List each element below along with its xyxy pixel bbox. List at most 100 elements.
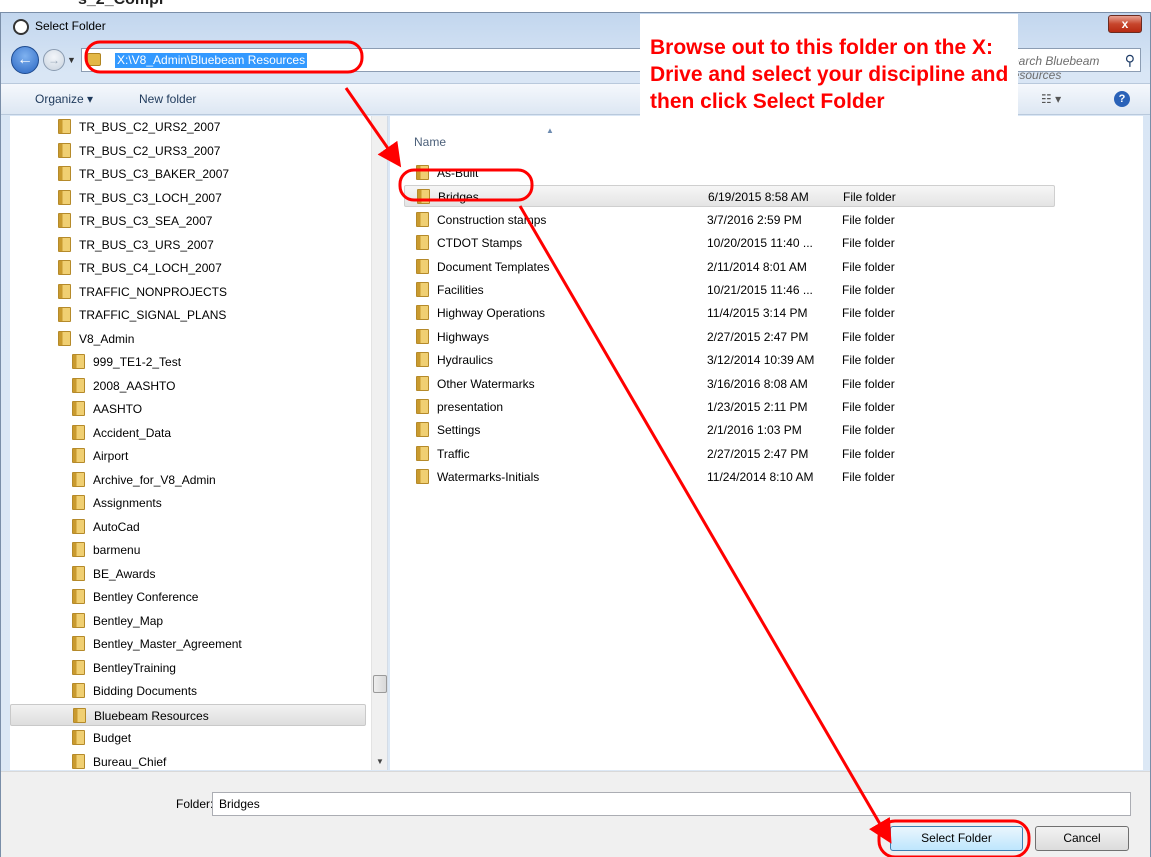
tree-item[interactable]: TR_BUS_C2_URS3_2007 — [10, 140, 366, 162]
file-row[interactable]: Watermarks-Initials 11/24/2014 8:10 AM Fil… — [404, 466, 1054, 488]
tree-item[interactable]: TR_BUS_C3_LOCH_2007 — [10, 187, 366, 209]
tree-item[interactable]: TR_BUS_C4_LOCH_2007 — [10, 257, 366, 279]
file-row[interactable]: Highway Operations 11/4/2015 3:14 PM File … — [404, 302, 1054, 324]
file-row[interactable]: presentation 1/23/2015 2:11 PM File folder — [404, 396, 1054, 418]
file-name-label: Bridges — [438, 190, 479, 205]
tree-item[interactable]: AASHTO — [10, 398, 366, 420]
help-icon[interactable]: ? — [1114, 91, 1130, 107]
file-date-modified: 10/20/2015 11:40 ... — [707, 236, 813, 251]
folder-icon — [72, 518, 85, 534]
file-row[interactable]: Hydraulics 3/12/2014 10:39 AM File folder — [404, 349, 1054, 371]
sort-ascending-icon: ▲ — [546, 126, 554, 135]
tree-item[interactable]: TR_BUS_C3_URS_2007 — [10, 234, 366, 256]
address-path[interactable]: X:\V8_Admin\Bluebeam Resources — [115, 53, 308, 68]
tree-item[interactable]: Assignments — [10, 492, 366, 514]
file-date-modified: 11/24/2014 8:10 AM — [707, 470, 814, 485]
file-date-modified: 10/21/2015 11:46 ... — [707, 283, 813, 297]
tree-item-label: TR_BUS_C2_URS2_2007 — [79, 120, 221, 134]
tree-item-label: barmenu — [93, 543, 141, 557]
search-icon[interactable]: ⚲ — [1125, 52, 1135, 69]
folder-icon — [416, 352, 429, 368]
tree-item[interactable]: Bentley_Map — [10, 610, 366, 632]
tree-item[interactable]: TR_BUS_C3_SEA_2007 — [10, 210, 366, 232]
file-name-label: As-Built — [437, 166, 479, 180]
tree-item[interactable]: Airport — [10, 445, 366, 467]
folder-icon — [58, 166, 71, 181]
folder-icon — [416, 165, 429, 180]
folder-icon — [72, 495, 85, 510]
folder-icon — [72, 354, 85, 369]
tree-item[interactable]: Bluebeam Resources — [10, 703, 366, 726]
back-button[interactable]: ← — [11, 46, 39, 74]
file-row[interactable]: Bridges 6/19/2015 8:58 AM File folder — [404, 185, 1055, 208]
file-row[interactable]: Traffic 2/27/2015 2:47 PM File folder — [404, 443, 1054, 465]
file-date-modified: 11/4/2015 3:14 PM — [707, 306, 808, 321]
folder-icon — [416, 469, 429, 485]
folder-icon — [416, 422, 429, 438]
tree-item[interactable]: 2008_AASHTO — [10, 375, 366, 397]
file-name: Other Watermarks — [416, 373, 535, 395]
tree-item-label: BE_Awards — [93, 566, 156, 581]
file-type: File folder — [842, 236, 895, 251]
tree-scrollbar-thumb[interactable] — [373, 675, 387, 693]
tree-item[interactable]: AutoCad — [10, 516, 366, 538]
tree-item[interactable]: TR_BUS_C3_BAKER_2007 — [10, 163, 366, 185]
file-row[interactable]: Settings 2/1/2016 1:03 PM File folder — [404, 419, 1054, 441]
scroll-down-icon[interactable]: ▼ — [376, 757, 384, 766]
window-title: Select Folder — [35, 19, 106, 33]
recent-locations-icon[interactable]: ▼ — [67, 55, 76, 65]
tree-item[interactable]: V8_Admin — [10, 328, 366, 350]
folder-icon — [58, 307, 71, 322]
tree-item-label: TRAFFIC_NONPROJECTS — [79, 284, 228, 299]
folder-icon — [72, 565, 85, 581]
organize-button[interactable]: Organize ▾ — [35, 92, 93, 106]
close-button[interactable]: x — [1108, 15, 1142, 33]
file-row[interactable]: Document Templates 2/11/2014 8:01 AM File … — [404, 256, 1054, 278]
file-row[interactable]: Facilities 10/21/2015 11:46 ... File folde… — [404, 279, 1054, 301]
tree-item-label: TR_BUS_C3_BAKER_2007 — [79, 167, 230, 181]
file-row[interactable]: Highways 2/27/2015 2:47 PM File folder — [404, 326, 1054, 348]
annotation-text: Browse out to this folder on the X: Driv… — [650, 36, 1009, 113]
file-name: presentation — [416, 396, 503, 418]
tree-item[interactable]: barmenu — [10, 539, 366, 561]
tree-item[interactable]: TRAFFIC_NONPROJECTS — [10, 281, 366, 303]
folder-icon — [73, 707, 86, 723]
file-name-label: Settings — [437, 423, 481, 438]
cancel-button[interactable]: Cancel — [1035, 826, 1129, 851]
file-name: Watermarks-Initials — [416, 466, 539, 488]
file-name: Bridges — [417, 186, 479, 208]
tree-item-label: Assignments — [93, 496, 162, 510]
tree-item-label: Airport — [93, 449, 129, 463]
tree-item[interactable]: BE_Awards — [10, 563, 366, 585]
tree-item[interactable]: TRAFFIC_SIGNAL_PLANS — [10, 304, 366, 326]
change-view-button[interactable]: ☷ ▾ — [1041, 92, 1061, 106]
tree-item[interactable]: Bentley_Master_Agreement — [10, 633, 366, 655]
file-row[interactable]: Other Watermarks 3/16/2016 8:08 AM File fo… — [404, 373, 1054, 395]
tree-item[interactable]: Budget — [10, 727, 366, 749]
tree-item-label: TR_BUS_C3_SEA_2007 — [79, 214, 213, 228]
file-name-label: Traffic — [437, 446, 470, 461]
tree-item[interactable]: Bentley Conference — [10, 586, 366, 608]
file-date-modified: 6/19/2015 8:58 AM — [708, 190, 809, 205]
new-folder-button[interactable]: New folder — [139, 92, 196, 106]
file-date-modified: 1/23/2015 2:11 PM — [707, 400, 808, 414]
column-header-name[interactable]: Name — [414, 135, 446, 149]
tree-item[interactable]: 999_TE1-2_Test — [10, 351, 366, 373]
file-row[interactable]: CTDOT Stamps 10/20/2015 11:40 ... File fol… — [404, 232, 1054, 254]
folder-icon — [416, 375, 429, 391]
tree-item[interactable]: Accident_Data — [10, 422, 366, 444]
folder-icon — [58, 142, 71, 158]
tree-item[interactable]: TR_BUS_C2_URS2_2007 — [10, 116, 366, 138]
tree-item-label: Bureau_Chief — [93, 754, 167, 769]
tree-item-label: TRAFFIC_SIGNAL_PLANS — [79, 308, 227, 322]
tree-item[interactable]: Bidding Documents — [10, 680, 366, 702]
tree-item[interactable]: BentleyTraining — [10, 657, 366, 679]
file-row[interactable]: Construction stamps 3/7/2016 2:59 PM File … — [404, 209, 1054, 231]
tree-item[interactable]: Archive_for_V8_Admin — [10, 469, 366, 491]
tree-item[interactable]: Bureau_Chief — [10, 751, 366, 771]
forward-button[interactable]: → — [43, 49, 65, 71]
folder-name-input[interactable]: Bridges — [212, 792, 1131, 816]
tree-scrollbar[interactable]: ▼ — [371, 116, 387, 770]
tree-item-label: Archive_for_V8_Admin — [93, 472, 216, 487]
select-folder-button[interactable]: Select Folder — [890, 826, 1023, 851]
